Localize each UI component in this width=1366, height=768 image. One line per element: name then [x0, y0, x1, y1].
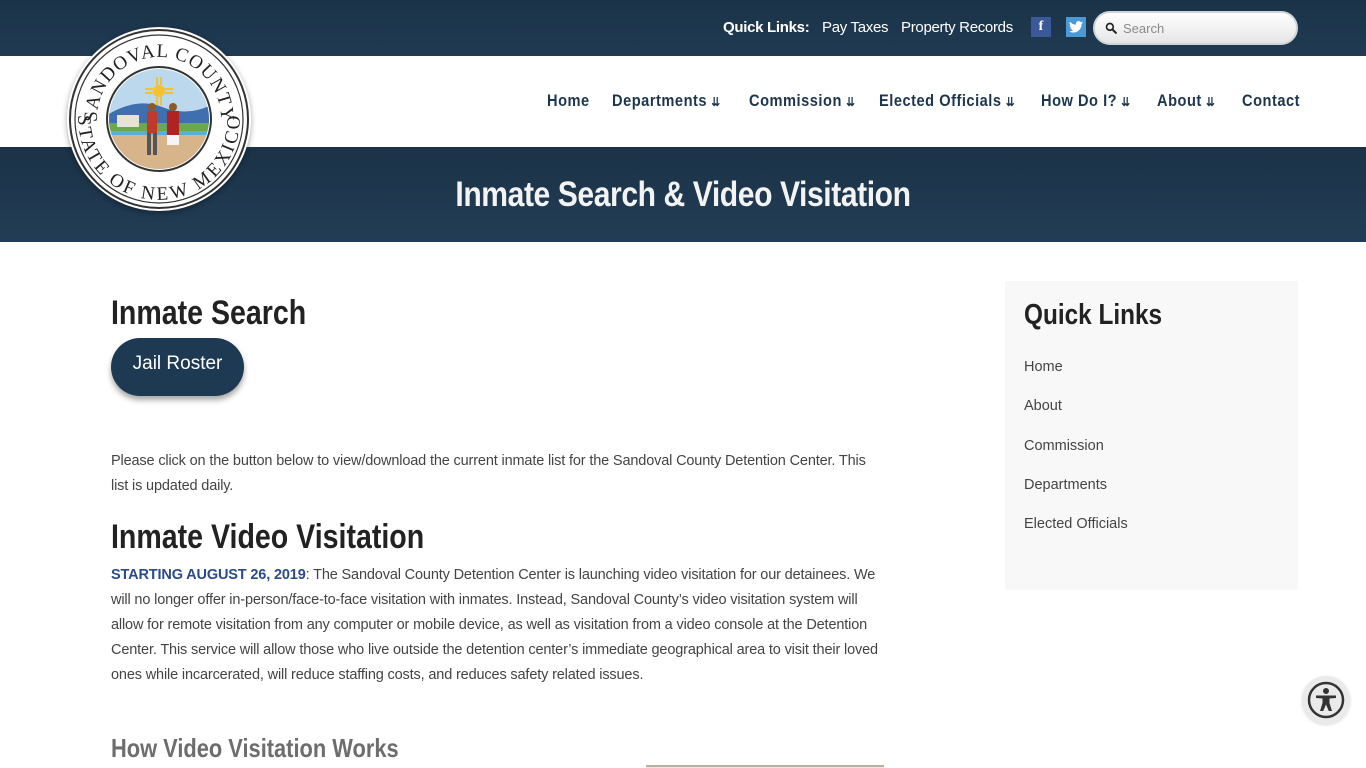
sidebar-link-departments[interactable]: Departments [1024, 477, 1107, 493]
search-icon [1105, 22, 1117, 34]
video-visitation-heading: Inmate Video Visitation [111, 518, 425, 556]
nav-how-do-i-label: How Do I? [1041, 91, 1118, 110]
twitter-bird-icon [1069, 21, 1083, 33]
accessibility-icon [1307, 681, 1345, 719]
quick-links-sidebar: Quick Links Home About Commission Depart… [1005, 281, 1298, 590]
how-video-visitation-heading: How Video Visitation Works [111, 733, 399, 763]
nav-how-do-i[interactable]: How Do I? ⇊ [1041, 91, 1131, 111]
facebook-icon[interactable]: f [1031, 17, 1051, 37]
nav-departments[interactable]: Departments ⇊ [612, 91, 721, 111]
sidebar-link-elected-officials[interactable]: Elected Officials [1024, 516, 1128, 532]
sidebar-link-commission[interactable]: Commission [1024, 438, 1104, 454]
nav-about[interactable]: About ⇊ [1157, 91, 1215, 111]
inmate-search-description: Please click on the button below to view… [111, 453, 866, 494]
nav-about-label: About [1157, 91, 1202, 110]
nav-elected-officials[interactable]: Elected Officials ⇊ [879, 91, 1015, 111]
county-seal-logo[interactable]: SANDOVAL COUNTY STATE OF NEW MEXICO [67, 27, 251, 211]
pay-taxes-link[interactable]: Pay Taxes [822, 19, 889, 36]
twitter-icon[interactable] [1066, 17, 1086, 37]
inmate-search-heading: Inmate Search [111, 294, 307, 332]
nav-commission-label: Commission [749, 91, 842, 110]
search-input[interactable] [1123, 20, 1288, 36]
nav-contact[interactable]: Contact [1242, 91, 1300, 111]
chevron-down-icon: ⇊ [711, 95, 721, 109]
nav-elected-officials-label: Elected Officials [879, 91, 1002, 110]
nav-home-label: Home [547, 91, 590, 110]
sidebar-title: Quick Links [1024, 299, 1163, 331]
nav-commission[interactable]: Commission ⇊ [749, 91, 855, 111]
facebook-glyph: f [1038, 19, 1044, 34]
chevron-down-icon: ⇊ [1206, 95, 1216, 109]
page-title: Inmate Search & Video Visitation [455, 175, 911, 214]
nav-contact-label: Contact [1242, 91, 1301, 110]
video-visitation-text: : The Sandoval County Detention Center i… [111, 567, 878, 683]
sidebar-link-about[interactable]: About [1024, 398, 1062, 414]
chevron-down-icon: ⇊ [1121, 95, 1131, 109]
accessibility-button[interactable] [1302, 676, 1350, 724]
video-visitation-description: STARTING AUGUST 26, 2019: The Sandoval C… [111, 563, 886, 688]
chevron-down-icon: ⇊ [846, 95, 856, 109]
search-box[interactable] [1093, 11, 1298, 45]
nav-departments-label: Departments [612, 91, 708, 110]
seal-graphic: SANDOVAL COUNTY STATE OF NEW MEXICO [69, 29, 249, 209]
property-records-link[interactable]: Property Records [901, 19, 1013, 36]
chevron-down-icon: ⇊ [1005, 95, 1016, 109]
jail-roster-button[interactable]: Jail Roster [111, 338, 244, 396]
start-date-emphasis: STARTING AUGUST 26, 2019 [111, 567, 306, 583]
sidebar-link-home[interactable]: Home [1024, 359, 1063, 375]
nav-home[interactable]: Home [547, 91, 590, 111]
quick-links-label: Quick Links: [723, 19, 810, 36]
